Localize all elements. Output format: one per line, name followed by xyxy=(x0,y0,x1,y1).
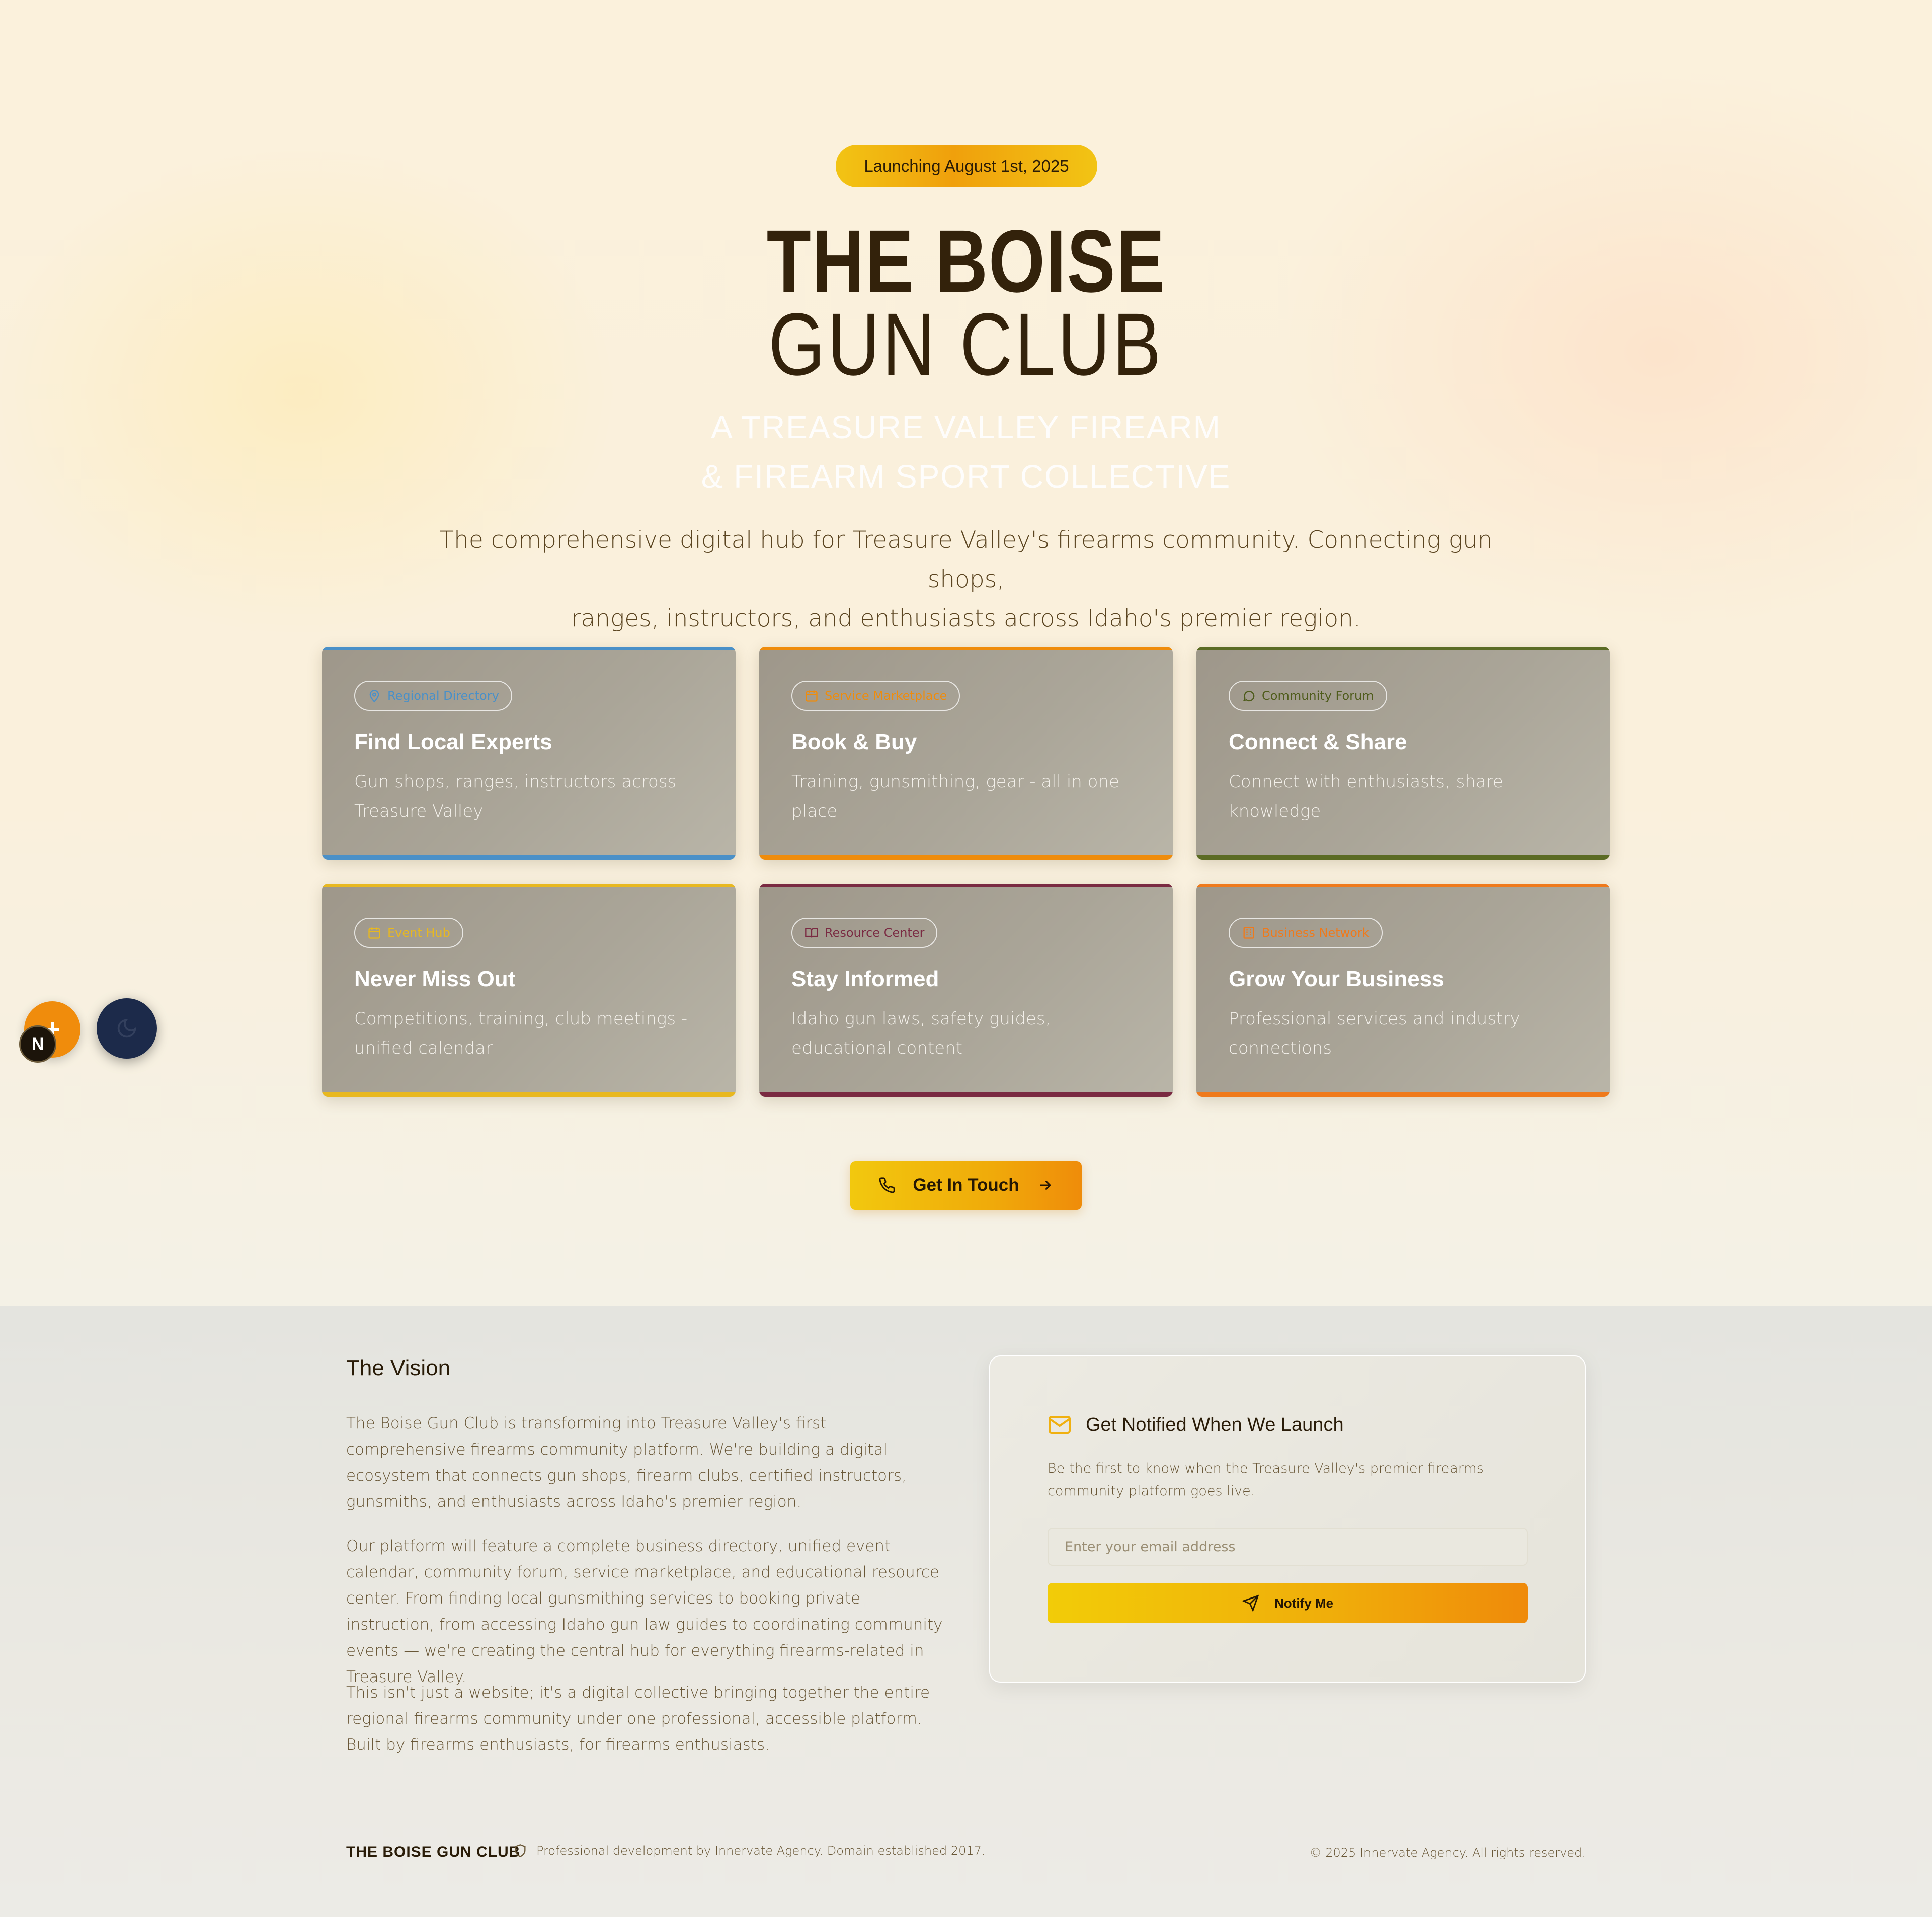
map-pin-icon xyxy=(369,690,379,703)
card-accent-bottom xyxy=(759,1092,1173,1097)
feature-chip-label: Resource Center xyxy=(825,926,925,940)
card-accent-bottom xyxy=(322,855,736,860)
vision-paragraph: The Boise Gun Club is transforming into … xyxy=(346,1414,907,1511)
feature-title: Find Local Experts xyxy=(354,730,552,754)
calendar-icon xyxy=(806,690,818,702)
feature-chip: Service Marketplace xyxy=(791,681,960,711)
email-field[interactable] xyxy=(1048,1528,1528,1566)
book-icon xyxy=(805,928,818,938)
page-title-line2: GUN CLUB xyxy=(768,295,1164,394)
theme-toggle-button[interactable] xyxy=(97,998,157,1059)
feature-title: Connect & Share xyxy=(1229,730,1407,754)
feature-card-resources[interactable]: Resource Center Stay Informed Idaho gun … xyxy=(759,884,1173,1097)
dev-badge[interactable]: N xyxy=(19,1025,56,1063)
tagline-line2: & FIREARM SPORT COLLECTIVE xyxy=(701,458,1231,495)
feature-card-business[interactable]: Business Network Grow Your Business Prof… xyxy=(1196,884,1610,1097)
card-accent-bottom xyxy=(759,855,1173,860)
feature-card-marketplace[interactable]: Service Marketplace Book & Buy Training,… xyxy=(759,647,1173,860)
send-icon xyxy=(1242,1594,1259,1612)
phone-icon xyxy=(879,1177,895,1193)
feature-title: Book & Buy xyxy=(791,730,917,754)
tagline-line1: A TREASURE VALLEY FIREARM xyxy=(711,409,1221,445)
feature-desc: Competitions, training, club meetings - … xyxy=(354,1009,688,1058)
feature-title: Grow Your Business xyxy=(1229,967,1444,991)
vision-section xyxy=(0,1306,1932,1917)
get-in-touch-button[interactable]: Get In Touch xyxy=(850,1161,1082,1210)
feature-chip-label: Event Hub xyxy=(387,926,450,940)
card-accent-top xyxy=(1196,884,1610,887)
feature-title: Stay Informed xyxy=(791,967,939,991)
feature-desc: Gun shops, ranges, instructors across Tr… xyxy=(354,772,677,821)
feature-chip-label: Business Network xyxy=(1262,926,1370,940)
feature-title: Never Miss Out xyxy=(354,967,516,991)
notify-title: Get Notified When We Launch xyxy=(1086,1414,1344,1435)
intro-line2: ranges, instructors, and enthusiasts acr… xyxy=(571,605,1361,632)
footer-note: Professional development by Innervate Ag… xyxy=(513,1844,986,1858)
moon-icon xyxy=(117,1019,136,1038)
vision-paragraph: Our platform will feature a complete bus… xyxy=(346,1537,943,1686)
footer-note-text: Professional development by Innervate Ag… xyxy=(536,1844,986,1858)
building-icon xyxy=(1243,927,1254,939)
card-accent-top xyxy=(759,884,1173,887)
feature-chip: Business Network xyxy=(1229,918,1383,948)
card-accent-top xyxy=(322,647,736,650)
tagline: A TREASURE VALLEY FIREARM & FIREARM SPOR… xyxy=(0,403,1932,501)
card-accent-bottom xyxy=(1196,855,1610,860)
chat-bubble-icon xyxy=(1243,691,1255,702)
calendar-icon xyxy=(368,927,380,939)
feature-card-forum[interactable]: Community Forum Connect & Share Connect … xyxy=(1196,647,1610,860)
feature-chip-label: Service Marketplace xyxy=(825,689,947,703)
arrow-right-icon xyxy=(1039,1180,1051,1190)
get-in-touch-label: Get In Touch xyxy=(913,1175,1019,1195)
feature-chip: Resource Center xyxy=(791,918,938,948)
feature-desc: Idaho gun laws, safety guides, education… xyxy=(791,1009,1051,1058)
feature-card-events[interactable]: Event Hub Never Miss Out Competitions, t… xyxy=(322,884,736,1097)
feature-chip-label: Community Forum xyxy=(1262,689,1374,703)
card-accent-top xyxy=(322,884,736,887)
card-accent-bottom xyxy=(322,1092,736,1097)
intro-line1: The comprehensive digital hub for Treasu… xyxy=(439,526,1493,593)
vision-paragraph: This isn't just a website; it's a digita… xyxy=(346,1684,930,1754)
feature-desc: Connect with enthusiasts, share knowledg… xyxy=(1229,772,1503,821)
shield-icon xyxy=(515,1844,526,1857)
launch-badge: Launching August 1st, 2025 xyxy=(836,145,1097,187)
footer-copyright: © 2025 Innervate Agency. All rights rese… xyxy=(1309,1846,1586,1860)
feature-chip: Regional Directory xyxy=(354,681,512,711)
feature-desc: Training, gunsmithing, gear - all in one… xyxy=(791,772,1119,821)
feature-desc: Professional services and industry conne… xyxy=(1229,1009,1520,1058)
notify-me-label: Notify Me xyxy=(1274,1595,1333,1611)
vision-title: The Vision xyxy=(346,1355,451,1380)
feature-chip: Community Forum xyxy=(1229,681,1387,711)
intro-text: The comprehensive digital hub for Treasu… xyxy=(433,521,1499,638)
card-accent-bottom xyxy=(1196,1092,1610,1097)
feature-chip-label: Regional Directory xyxy=(387,689,499,703)
card-accent-top xyxy=(1196,647,1610,650)
notify-me-button[interactable]: Notify Me xyxy=(1048,1583,1528,1623)
feature-chip: Event Hub xyxy=(354,918,463,948)
notify-card: Get Notified When We Launch Be the first… xyxy=(989,1355,1586,1683)
footer-brand: THE BOISE GUN CLUB xyxy=(346,1844,521,1860)
notify-desc: Be the first to know when the Treasure V… xyxy=(1048,1461,1484,1499)
feature-card-directory[interactable]: Regional Directory Find Local Experts Gu… xyxy=(322,647,736,860)
card-accent-top xyxy=(759,647,1173,650)
mail-icon xyxy=(1049,1416,1071,1434)
notify-heading: Get Notified When We Launch xyxy=(1048,1413,1344,1437)
